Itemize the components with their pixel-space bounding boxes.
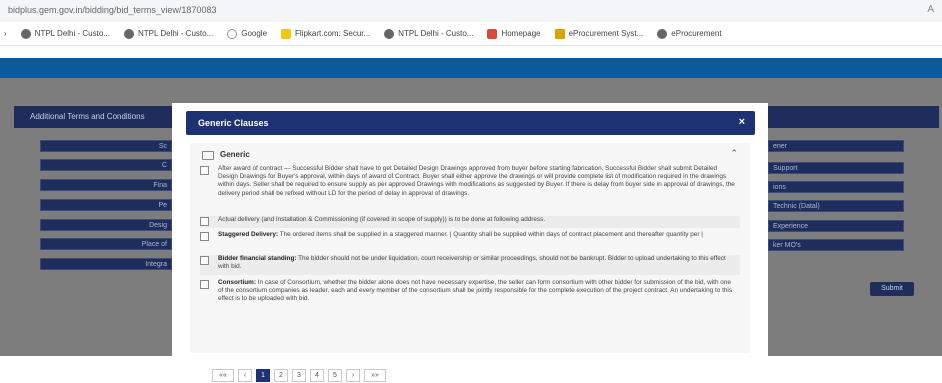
bookmarks-bar: › NTPL Delhi - Custo... NTPL Delhi - Cus… [0,22,942,46]
clause-item: Actual delivery (and Installation & Comm… [200,216,740,228]
background-right-button: Support [768,162,904,174]
first-page-button[interactable]: «« [212,369,234,382]
page-button-4[interactable]: 4 [310,369,324,382]
background-panel-title: Additional Terms and Conditions [30,112,145,121]
clause-body: The ordered items shall be supplied in a… [278,231,703,238]
page-button-5[interactable]: 5 [328,369,342,382]
bookmark-label: NTPL Delhi - Custo... [137,29,214,38]
clause-checkbox[interactable] [200,256,209,265]
page-button-2[interactable]: 2 [274,369,288,382]
home-icon [487,28,498,39]
globe-icon [384,28,395,39]
bookmark-item[interactable]: NTPL Delhi - Custo... [20,28,110,39]
clause-item: Staggered Delivery: The ordered items sh… [200,231,740,251]
bookmark-item[interactable]: eProcurement Syst... [554,28,644,39]
bookmark-item[interactable]: Flipkart.com: Secur... [281,28,371,39]
bookmarks-overflow-icon[interactable]: › [4,29,7,38]
background-left-button: Pe [40,199,172,211]
clauses-accordion: Generic ⌃ After award of contract — Succ… [190,143,750,382]
background-left-button: Place of [40,238,172,250]
flipkart-icon [281,28,292,39]
clause-text: Actual delivery (and Installation & Comm… [218,216,738,224]
folder-icon [202,151,214,160]
site-header-bar [0,58,942,78]
clause-item: Consortium: In case of Consortium, wheth… [200,279,740,319]
background-right-button: ions [768,181,904,193]
background-left-button: Desig [40,219,172,231]
clause-text: After award of contract — Successful Bid… [218,165,738,198]
globe-icon [123,28,134,39]
accordion-header[interactable]: Generic ⌃ [196,148,744,161]
background-right-button: Technic (Datal) [768,200,904,212]
clause-checkbox[interactable] [200,166,209,175]
bookmark-item[interactable]: eProcurement [657,28,722,39]
background-left-button: Fina [40,179,172,191]
clause-text: Consortium: In case of Consortium, wheth… [218,279,738,304]
clause-body: In case of Consortium, whether the bidde… [218,279,733,303]
close-icon[interactable]: × [739,116,745,128]
prev-page-button[interactable]: ‹ [238,369,252,382]
background-left-button: Integra [40,258,172,270]
generic-clauses-modal: Generic Clauses × Generic ⌃ After award … [172,103,768,382]
background-right-button: ener [768,140,904,152]
url-text[interactable]: bidplus.gem.gov.in/bidding/bid_terms_vie… [8,5,216,15]
background-left-button: C [40,159,172,171]
chevron-up-icon[interactable]: ⌃ [730,148,738,159]
eproc-icon [554,28,565,39]
background-right-button: Experience [768,220,904,232]
bookmark-label: NTPL Delhi - Custo... [34,29,110,38]
accordion-title: Generic [220,150,250,159]
clause-item: After award of contract — Successful Bid… [200,165,740,215]
clause-text: Bidder financial standing: The bidder sh… [218,255,738,271]
background-right-button: ker MO's [768,239,904,251]
bookmark-label: Homepage [501,29,541,38]
clause-checkbox[interactable] [200,280,209,289]
clause-item: Bidder financial standing: The bidder sh… [200,255,740,275]
browser-address-bar[interactable]: bidplus.gem.gov.in/bidding/bid_terms_vie… [0,0,942,22]
google-icon [227,28,238,39]
bookmark-label: Google [241,29,268,38]
clause-bold-label: Staggered Delivery: [218,231,279,238]
clause-body: Actual delivery (and Installation & Comm… [218,216,546,223]
bookmark-item[interactable]: NTPL Delhi - Custo... [123,28,214,39]
bookmark-item[interactable]: NTPL Delhi - Custo... [384,28,474,39]
modal-header: Generic Clauses × [186,111,755,135]
next-page-button[interactable]: › [346,369,360,382]
clause-text: Staggered Delivery: The ordered items sh… [218,231,738,239]
clause-checkbox[interactable] [200,232,209,241]
globe-icon [657,28,668,39]
modal-title: Generic Clauses [198,118,269,128]
bookmark-item[interactable]: Google [227,28,268,39]
clause-bold-label: Consortium: [218,279,256,286]
bookmark-label: Flipkart.com: Secur... [295,29,371,38]
bookmark-label: eProcurement Syst... [568,29,644,38]
clause-checkbox[interactable] [200,217,209,226]
last-page-button[interactable]: »» [364,369,386,382]
bookmark-label: eProcurement [671,29,722,38]
globe-icon [20,28,31,39]
pagination: «« ‹ 1 2 3 4 5 › »» [212,369,386,383]
clause-body: After award of contract — Successful Bid… [218,165,735,197]
page-button-1[interactable]: 1 [256,369,270,382]
bookmark-item[interactable]: Homepage [487,28,541,39]
background-left-button: Sc [40,140,172,152]
page-button-3[interactable]: 3 [292,369,306,382]
bookmark-label: NTPL Delhi - Custo... [398,29,474,38]
reader-mode-icon[interactable]: A [927,4,934,15]
background-submit-button: Submit [870,282,914,296]
clause-bold-label: Bidder financial standing: [218,255,297,262]
